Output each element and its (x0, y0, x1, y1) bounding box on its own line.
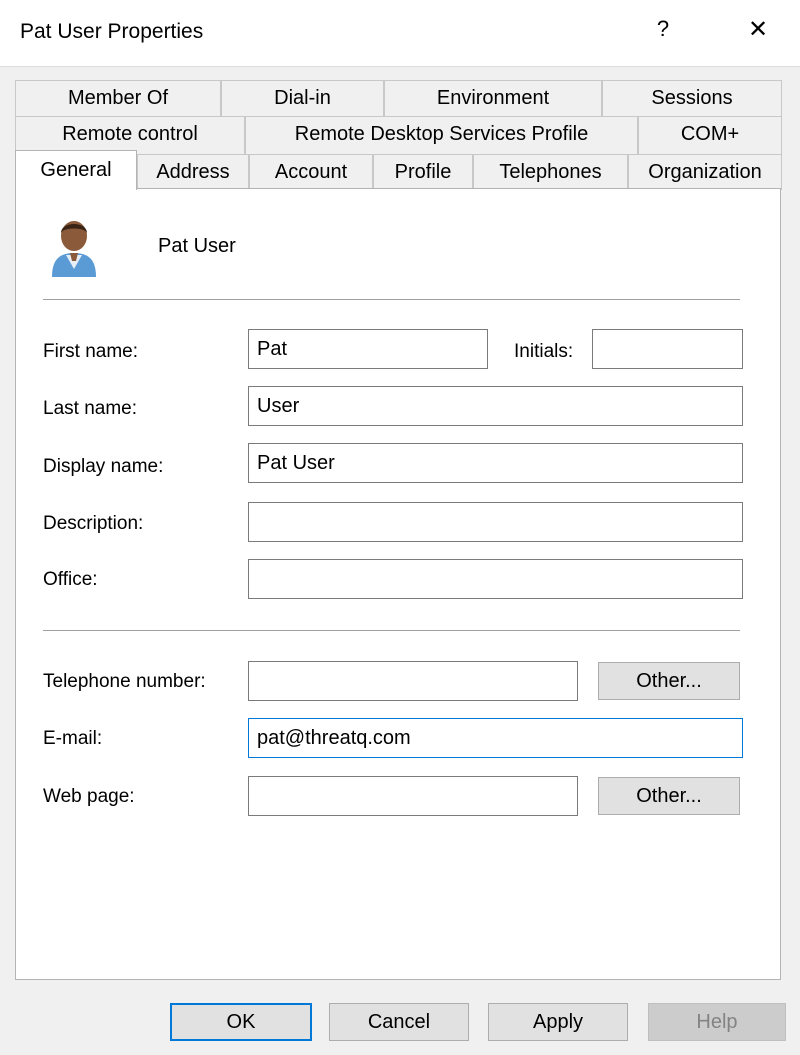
tab-profile[interactable]: Profile (373, 154, 473, 190)
tab-sessions[interactable]: Sessions (602, 80, 782, 118)
tab-address[interactable]: Address (137, 154, 249, 190)
first-name-label: First name: (43, 341, 139, 362)
office-input[interactable] (248, 559, 743, 599)
web-page-input[interactable] (248, 776, 578, 816)
description-input[interactable] (248, 502, 743, 542)
email-label: E-mail: (43, 728, 103, 749)
tab-environment[interactable]: Environment (384, 80, 602, 118)
tab-member-of[interactable]: Member Of (15, 80, 221, 118)
ok-button[interactable]: OK (170, 1003, 312, 1041)
close-icon[interactable]: ✕ (742, 15, 774, 44)
tab-com-plus[interactable]: COM+ (638, 116, 782, 154)
tab-telephones[interactable]: Telephones (473, 154, 628, 190)
office-label: Office: (43, 569, 98, 590)
initials-input[interactable] (592, 329, 743, 369)
general-panel: Pat User First name: Initials: Last name… (15, 188, 781, 980)
last-name-input[interactable] (248, 386, 743, 426)
separator (43, 299, 740, 301)
tab-account[interactable]: Account (249, 154, 373, 190)
telephone-label: Telephone number: (43, 671, 206, 692)
tab-organization[interactable]: Organization (628, 154, 782, 190)
tab-remote-desktop-services-profile[interactable]: Remote Desktop Services Profile (245, 116, 638, 154)
display-name-label: Display name: (43, 456, 164, 477)
first-name-input[interactable] (248, 329, 488, 369)
help-icon[interactable]: ? (651, 16, 675, 42)
last-name-label: Last name: (43, 398, 137, 419)
user-display-name: Pat User (158, 235, 236, 257)
tab-dial-in[interactable]: Dial-in (221, 80, 384, 118)
user-avatar-icon (52, 221, 96, 277)
window-title: Pat User Properties (20, 20, 204, 43)
web-page-label: Web page: (43, 786, 135, 807)
other-web-page-button[interactable]: Other... (598, 777, 740, 815)
telephone-input[interactable] (248, 661, 578, 701)
separator (43, 630, 740, 632)
email-input[interactable] (248, 718, 743, 758)
description-label: Description: (43, 513, 144, 534)
other-telephone-button[interactable]: Other... (598, 662, 740, 700)
display-name-input[interactable] (248, 443, 743, 483)
tab-remote-control[interactable]: Remote control (15, 116, 245, 154)
apply-button[interactable]: Apply (488, 1003, 628, 1041)
tab-general[interactable]: General (15, 150, 137, 190)
initials-label: Initials: (514, 341, 574, 362)
title-bar: Pat User Properties ? ✕ (0, 0, 800, 67)
help-button: Help (648, 1003, 786, 1041)
cancel-button[interactable]: Cancel (329, 1003, 469, 1041)
